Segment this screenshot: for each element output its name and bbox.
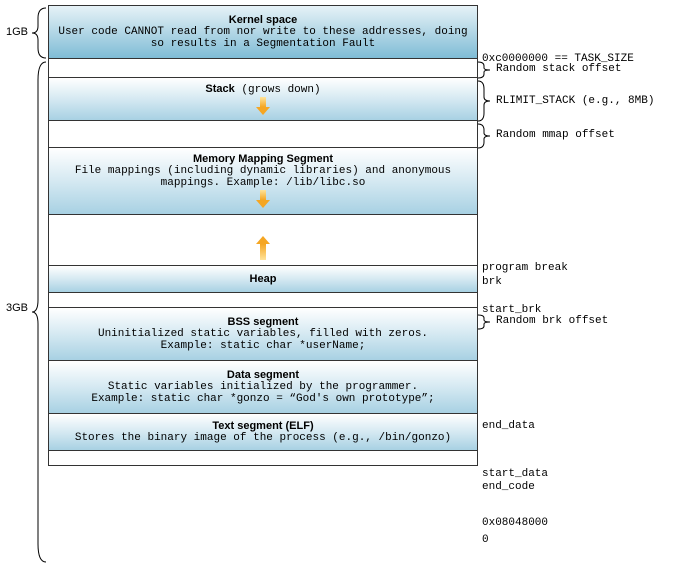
seg-text: Text segment (ELF) Stores the binary ima… (48, 413, 478, 451)
arrow-up-icon (256, 236, 270, 260)
seg-heap: Heap (48, 265, 478, 293)
note-end-code: end_code (482, 481, 535, 493)
kernel-desc: User code CANNOT read from nor write to … (55, 26, 471, 50)
note-start-data: start_data (482, 468, 548, 480)
gap-stack-offset (48, 58, 478, 78)
note-rlimit: RLIMIT_STACK (e.g., 8MB) (496, 95, 654, 107)
heap-title: Heap (250, 273, 277, 285)
bss-desc2: Example: static char *userName; (161, 340, 366, 352)
data-title: Data segment (227, 369, 299, 381)
seg-bss: BSS segment Uninitialized static variabl… (48, 307, 478, 361)
text-title: Text segment (ELF) (212, 420, 313, 432)
gap-brk-offset (48, 292, 478, 308)
stack-title-line: Stack (grows down) (205, 83, 320, 96)
note-end-data: end_data (482, 420, 535, 432)
gap-mmap-offset (48, 120, 478, 148)
arrow-down-icon (256, 97, 270, 115)
note-rand-mmap: Random mmap offset (496, 129, 615, 141)
note-text-addr: 0x08048000 (482, 517, 548, 529)
kernel-title: Kernel space (229, 14, 297, 26)
text-desc: Stores the binary image of the process (… (75, 432, 451, 444)
right-annotations: 0xc0000000 == TASK_SIZE Random stack off… (478, 6, 690, 466)
brace-rlimit (478, 79, 492, 123)
note-zero: 0 (482, 534, 489, 546)
bss-desc1: Uninitialized static variables, filled w… (98, 328, 428, 340)
bss-title: BSS segment (228, 316, 299, 328)
note-rand-stack: Random stack offset (496, 63, 621, 75)
note-rand-brk: Random brk offset (496, 315, 608, 327)
seg-stack: Stack (grows down) (48, 77, 478, 121)
brace-stack-offset (478, 60, 492, 80)
note-program-break: program break (482, 262, 568, 274)
stack-suffix: (grows down) (235, 84, 321, 96)
gap-heap-growth (48, 214, 478, 266)
brace-mmap-offset (478, 122, 492, 150)
memory-layout: Kernel space User code CANNOT read from … (48, 6, 478, 466)
data-desc2: Example: static char *gonzo = “God's own… (91, 393, 434, 405)
seg-data: Data segment Static variables initialize… (48, 360, 478, 414)
mmap-desc: File mappings (including dynamic librari… (55, 165, 471, 189)
label-1gb: 1GB (6, 26, 28, 38)
data-desc1: Static variables initialized by the prog… (108, 381, 418, 393)
arrow-down-icon (256, 190, 270, 208)
label-3gb: 3GB (6, 302, 28, 314)
stack-title: Stack (205, 83, 234, 95)
brace-brk-offset (478, 313, 492, 331)
mmap-title: Memory Mapping Segment (193, 153, 333, 165)
seg-kernel: Kernel space User code CANNOT read from … (48, 5, 478, 59)
seg-mmap: Memory Mapping Segment File mappings (in… (48, 147, 478, 215)
note-brk: brk (482, 276, 502, 288)
gap-bottom (48, 450, 478, 466)
left-size-column: 1GB 3GB (6, 6, 48, 466)
